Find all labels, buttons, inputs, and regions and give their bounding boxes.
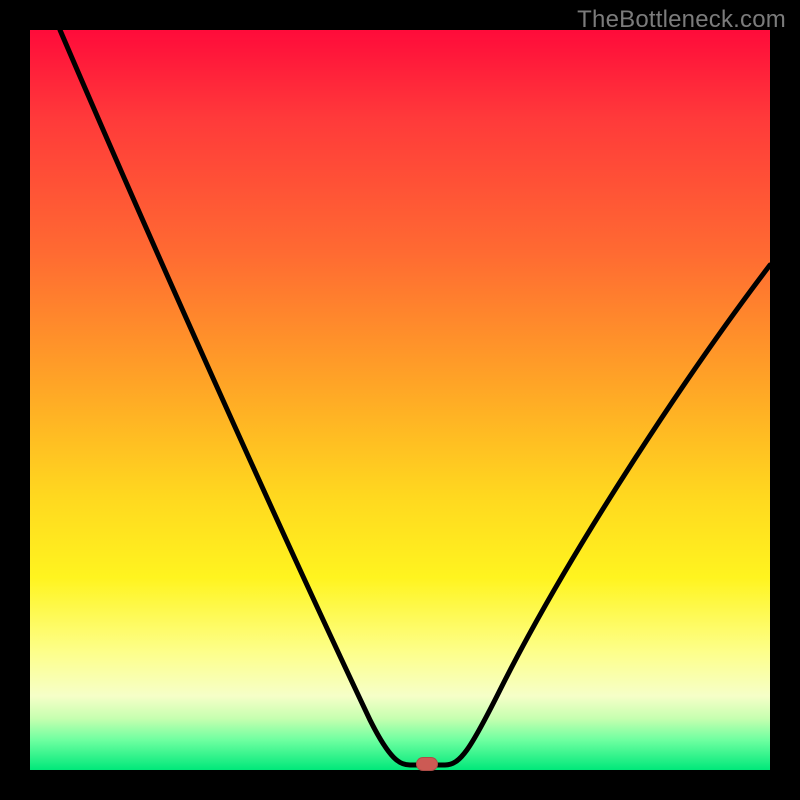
bottleneck-curve [30, 30, 770, 770]
plot-area [30, 30, 770, 770]
chart-frame: TheBottleneck.com [0, 0, 800, 800]
optimal-point-marker [416, 757, 438, 771]
